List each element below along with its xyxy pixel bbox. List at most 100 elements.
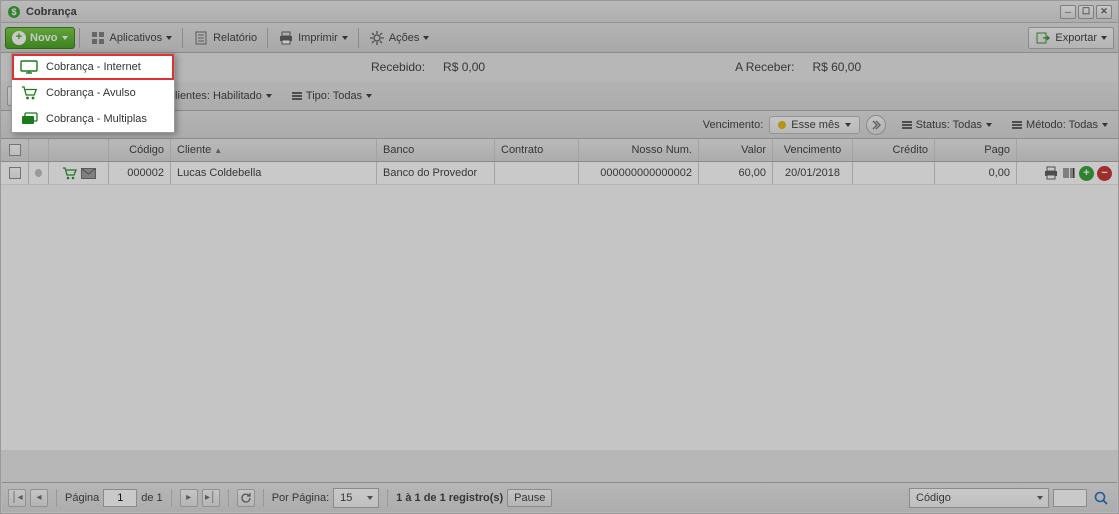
- esse-mes-chip[interactable]: Esse mês: [769, 116, 859, 134]
- col-nosso[interactable]: Nosso Num.: [579, 139, 699, 161]
- col-flags[interactable]: [49, 139, 109, 161]
- row-checkbox[interactable]: [9, 167, 21, 179]
- dropdown-item-multiplas[interactable]: Cobrança - Multiplas: [12, 106, 174, 132]
- chevron-down-icon: [266, 94, 272, 98]
- cart-icon: [20, 85, 38, 101]
- table-header: Código Cliente▲ Banco Contrato Nosso Num…: [1, 139, 1118, 162]
- next-period-button[interactable]: [866, 115, 886, 135]
- de-label: de 1: [141, 492, 162, 504]
- recebido-label: Recebido:: [371, 60, 425, 74]
- window-title: Cobrança: [26, 6, 1060, 18]
- col-valor[interactable]: Valor: [699, 139, 773, 161]
- col-cliente[interactable]: Cliente▲: [171, 139, 377, 161]
- dropdown-item-label: Cobrança - Internet: [46, 61, 141, 73]
- first-page-button[interactable]: │◂: [8, 489, 26, 507]
- chevron-down-icon: [423, 36, 429, 40]
- col-actions: [1017, 139, 1118, 161]
- relatorio-button[interactable]: Relatório: [187, 27, 263, 49]
- status-filter[interactable]: Status: Todas: [898, 117, 996, 133]
- svg-text:$: $: [11, 7, 16, 17]
- refresh-button[interactable]: [237, 489, 255, 507]
- row-status-dot-icon: [35, 169, 42, 177]
- report-icon: [193, 30, 209, 46]
- window-minimize-button[interactable]: ─: [1060, 5, 1076, 19]
- prev-page-button[interactable]: ◂: [30, 489, 48, 507]
- cell-codigo: 000002: [127, 167, 164, 179]
- col-codigo[interactable]: Código: [109, 139, 171, 161]
- chevron-down-icon: [1102, 123, 1108, 127]
- col-pago[interactable]: Pago: [935, 139, 1017, 161]
- list-icon: [1012, 121, 1022, 129]
- window-close-button[interactable]: ✕: [1096, 5, 1112, 19]
- last-page-button[interactable]: ▸│: [202, 489, 220, 507]
- relatorio-label: Relatório: [213, 32, 257, 44]
- novo-dropdown: Cobrança - Internet Cobrança - Avulso Co…: [11, 53, 175, 133]
- window: $ Cobrança ─ ☐ ✕ + Novo Aplicativos: [0, 0, 1119, 514]
- col-status[interactable]: [29, 139, 49, 161]
- status-label: Status: Todas: [916, 119, 982, 131]
- por-pagina-label: Por Página:: [272, 492, 329, 504]
- cell-cliente: Lucas Coldebella: [177, 167, 261, 179]
- dropdown-item-avulso[interactable]: Cobrança - Avulso: [12, 80, 174, 106]
- stack-icon: [20, 111, 38, 127]
- list-icon: [292, 92, 302, 100]
- imprimir-label: Imprimir: [298, 32, 338, 44]
- col-banco[interactable]: Banco: [377, 139, 495, 161]
- pagination-bar: │◂ ◂ Página de 1 ▸ ▸│ Por Página: 15 1 à…: [2, 482, 1117, 512]
- search-button[interactable]: [1091, 488, 1111, 508]
- exportar-button[interactable]: Exportar: [1028, 27, 1114, 49]
- col-vencimento[interactable]: Vencimento: [773, 139, 853, 161]
- row-barcode-button[interactable]: [1061, 166, 1076, 181]
- aplicativos-button[interactable]: Aplicativos: [84, 27, 179, 49]
- printer-icon: [278, 30, 294, 46]
- apps-icon: [90, 30, 106, 46]
- imprimir-button[interactable]: Imprimir: [272, 27, 354, 49]
- chevron-down-icon: [342, 36, 348, 40]
- row-add-button[interactable]: +: [1079, 166, 1094, 181]
- cell-vencimento: 20/01/2018: [785, 167, 840, 179]
- table-row[interactable]: 000002 Lucas Coldebella Banco do Provedo…: [1, 162, 1118, 185]
- next-page-button[interactable]: ▸: [180, 489, 198, 507]
- search-input[interactable]: [1053, 489, 1087, 507]
- cell-valor: 60,00: [738, 167, 766, 179]
- pause-button[interactable]: Pause: [507, 489, 552, 507]
- esse-mes-label: Esse mês: [791, 119, 839, 131]
- sort-asc-icon: ▲: [214, 146, 222, 155]
- metodo-filter[interactable]: Método: Todas: [1008, 117, 1112, 133]
- metodo-label: Método: Todas: [1026, 119, 1098, 131]
- col-checkbox[interactable]: [1, 139, 29, 161]
- dropdown-item-internet[interactable]: Cobrança - Internet: [12, 54, 174, 80]
- cell-nosso: 000000000000002: [600, 167, 692, 179]
- recebido-value: R$ 0,00: [443, 60, 485, 74]
- page-input[interactable]: [103, 489, 137, 507]
- titlebar: $ Cobrança ─ ☐ ✕: [1, 1, 1118, 23]
- chevron-down-icon: [166, 36, 172, 40]
- tipo-label: Tipo: Todas: [306, 90, 362, 102]
- areceber-label: A Receber:: [735, 60, 794, 74]
- search-field-select[interactable]: Código: [909, 488, 1049, 508]
- cell-pago: 0,00: [989, 167, 1010, 179]
- cart-icon: [62, 167, 77, 180]
- page-size-select[interactable]: 15: [333, 488, 379, 508]
- row-print-button[interactable]: [1043, 166, 1058, 181]
- table-body: 000002 Lucas Coldebella Banco do Provedo…: [1, 162, 1118, 450]
- areceber-value: R$ 60,00: [812, 60, 861, 74]
- acoes-button[interactable]: Ações: [363, 27, 436, 49]
- col-contrato[interactable]: Contrato: [495, 139, 579, 161]
- chevron-down-icon: [845, 123, 851, 127]
- window-maximize-button[interactable]: ☐: [1078, 5, 1094, 19]
- plus-icon: +: [12, 31, 26, 45]
- novo-button[interactable]: + Novo: [5, 27, 75, 49]
- row-remove-button[interactable]: −: [1097, 166, 1112, 181]
- app-icon: $: [7, 5, 21, 19]
- pagina-label: Página: [65, 492, 99, 504]
- records-info: 1 à 1 de 1 registro(s): [396, 492, 503, 504]
- vencimento-label: Vencimento:: [703, 119, 764, 131]
- tipo-filter[interactable]: Tipo: Todas: [288, 88, 376, 104]
- acoes-label: Ações: [389, 32, 420, 44]
- monitor-icon: [20, 59, 38, 75]
- col-credito[interactable]: Crédito: [853, 139, 935, 161]
- chevron-down-icon: [986, 123, 992, 127]
- exportar-label: Exportar: [1055, 32, 1097, 44]
- dot-icon: [778, 121, 786, 129]
